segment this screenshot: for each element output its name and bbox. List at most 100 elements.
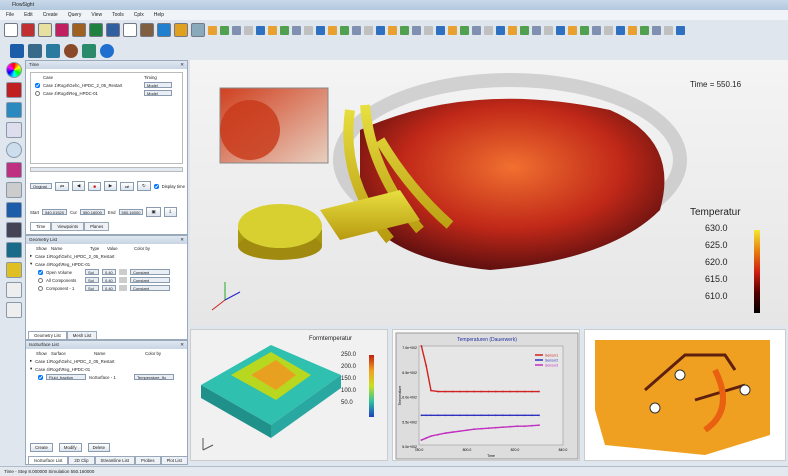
tool-icon[interactable] (652, 25, 661, 35)
close-icon[interactable]: ✕ (180, 237, 184, 243)
tab-viewpoints[interactable]: Viewpoints (51, 222, 85, 231)
geometry-row[interactable]: Component - 1 Sol 0.40 Constant (26, 284, 187, 292)
timing-dropdown[interactable]: Model (144, 90, 172, 96)
tab-geometry-list[interactable]: Geometry List (28, 331, 67, 340)
save-icon[interactable] (82, 44, 96, 58)
type-dropdown[interactable]: Sol (85, 285, 99, 291)
tool-icon[interactable] (352, 25, 361, 35)
close-icon[interactable]: ✕ (180, 342, 184, 348)
menu-help[interactable]: Help (154, 12, 164, 18)
show-checkbox[interactable] (38, 285, 43, 291)
tool-icon[interactable] (280, 25, 289, 35)
tool-icon[interactable] (532, 25, 541, 35)
tab-planes[interactable]: Planes (84, 222, 110, 231)
tool-icon[interactable] (508, 25, 517, 35)
plot-icon[interactable] (55, 23, 69, 37)
color-by-dropdown[interactable]: Constant (130, 285, 170, 291)
delete-button[interactable]: Delete (87, 443, 110, 452)
tab-probes[interactable]: Probes (134, 456, 161, 465)
tab-isosurface-list[interactable]: IsoSurface List (28, 456, 69, 465)
tree-case[interactable]: ▸ Case 1\Rog4\Gehc_HPDC_2_05_Restart (26, 357, 187, 365)
menu-tools[interactable]: Tools (112, 12, 124, 18)
tool-icon[interactable] (664, 25, 673, 35)
loop-button[interactable]: ↻ (136, 181, 151, 191)
new-icon[interactable] (4, 23, 18, 37)
window-icon[interactable] (6, 122, 22, 138)
tool-icon[interactable] (460, 25, 469, 35)
tool-icon[interactable] (400, 25, 409, 35)
tab-streamline-list[interactable]: Streamline List (94, 456, 135, 465)
clock-icon[interactable] (6, 142, 22, 158)
end-time-field[interactable]: 550.16000 (118, 209, 144, 215)
palette-icon[interactable] (174, 23, 188, 37)
tool-icon[interactable] (580, 25, 589, 35)
tool-icon[interactable] (292, 25, 301, 35)
close-icon[interactable]: ✕ (180, 62, 184, 68)
plot-icon[interactable] (6, 262, 22, 278)
tool-icon[interactable] (520, 25, 529, 35)
tool-icon[interactable] (268, 25, 277, 35)
export-button[interactable]: ⇩ (163, 207, 178, 217)
tool-icon[interactable] (568, 25, 577, 35)
tool-icon[interactable] (328, 25, 337, 35)
modify-button[interactable]: Modify (58, 443, 82, 452)
mesh-icon[interactable] (21, 23, 35, 37)
vector-icon[interactable] (6, 102, 22, 118)
prev-button[interactable]: ◀ (71, 181, 86, 191)
tool-icon[interactable] (556, 25, 565, 35)
clock-icon[interactable] (123, 23, 137, 37)
tree-case[interactable]: ▸ Case 1\Rog4\Gehc_HPDC_2_05_Restart (26, 252, 187, 260)
value-field[interactable]: 0.40 (102, 269, 116, 275)
color-swatch[interactable] (119, 285, 127, 291)
playback-mode-dropdown[interactable]: Original (30, 183, 52, 189)
tool-icon[interactable] (220, 25, 229, 35)
first-frame-button[interactable]: ⏮ (55, 181, 69, 191)
tool-icon[interactable] (676, 25, 685, 35)
timing-dropdown[interactable]: Model (144, 82, 172, 88)
surface-dropdown[interactable]: Fluid_fraction (46, 374, 86, 380)
stop-button[interactable]: ■ (88, 181, 101, 191)
isosurface-row[interactable]: Fluid_fraction IsoSurface - 1 Temperature_… (26, 373, 187, 381)
tree-case[interactable]: ▾ Case 4\Rog4\Reg_HPDC-01 (26, 260, 187, 268)
tab-2d-clip[interactable]: 2D Clip (68, 456, 95, 465)
tool-icon[interactable] (436, 25, 445, 35)
scissors-icon[interactable] (6, 222, 22, 238)
menu-cplx[interactable]: Cplx (134, 12, 144, 18)
chart-icon[interactable] (6, 162, 22, 178)
contour-icon[interactable] (6, 82, 22, 98)
tool-icon[interactable] (388, 25, 397, 35)
tool-icon[interactable] (544, 25, 553, 35)
geometry-row[interactable]: Open Volume Sol 0.40 Constant (26, 268, 187, 276)
surface-icon[interactable] (6, 202, 22, 218)
comment-icon[interactable] (191, 23, 205, 37)
tool-icon[interactable] (244, 25, 253, 35)
tool-icon[interactable] (412, 25, 421, 35)
display-time-checkbox[interactable] (153, 183, 159, 189)
tool-icon[interactable] (424, 25, 433, 35)
tool-icon[interactable] (232, 25, 241, 35)
menu-edit[interactable]: Edit (24, 12, 33, 18)
color-swatch[interactable] (119, 277, 127, 283)
tab-time[interactable]: Time (30, 222, 52, 231)
create-button[interactable]: Create (30, 443, 53, 452)
tool-icon[interactable] (256, 25, 265, 35)
tool-icon[interactable] (640, 25, 649, 35)
tool-icon[interactable] (448, 25, 457, 35)
fluid-icon[interactable] (10, 44, 24, 58)
tool-icon[interactable] (628, 25, 637, 35)
menu-view[interactable]: View (91, 12, 102, 18)
color-wheel-icon[interactable] (6, 62, 22, 78)
flow-icon[interactable] (46, 44, 60, 58)
menu-create[interactable]: Create (43, 12, 58, 18)
value-field[interactable]: 0.40 (102, 285, 116, 291)
color-by-dropdown[interactable]: Temperature_flu (134, 374, 174, 380)
color-by-dropdown[interactable]: Constant (130, 277, 170, 283)
color-swatch[interactable] (119, 269, 127, 275)
history-icon[interactable] (6, 282, 22, 298)
show-checkbox[interactable] (38, 374, 43, 380)
export-icon[interactable] (6, 302, 22, 318)
gradient-icon[interactable] (72, 23, 86, 37)
probe-icon[interactable] (28, 44, 42, 58)
book-icon[interactable] (140, 23, 154, 37)
play-button[interactable]: ▶ (103, 181, 118, 191)
